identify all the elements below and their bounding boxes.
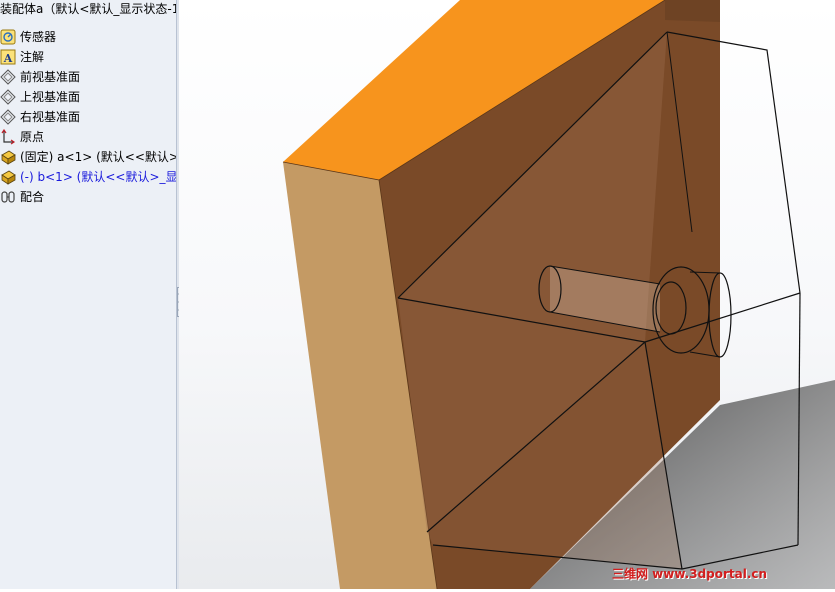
tree-item-part-a[interactable]: (固定) a<1> (默认<<默认>_ [0, 147, 176, 167]
assembly-model-view [179, 0, 835, 590]
tree-item-mates[interactable]: 配合 [0, 187, 176, 207]
tree-item-front-plane[interactable]: 前视基准面 [0, 67, 176, 87]
plane-icon [0, 69, 16, 85]
tree-item-label: 右视基准面 [20, 110, 81, 124]
tree-item-label: 传感器 [20, 30, 57, 44]
tree-item-sensors[interactable]: 传感器 [0, 27, 176, 47]
tree-item-part-b[interactable]: (-) b<1> (默认<<默认>_显示 [0, 167, 176, 187]
tree-item-origin[interactable]: 原点 [0, 127, 176, 147]
part-icon [0, 169, 16, 185]
tree-item-right-plane[interactable]: 右视基准面 [0, 107, 176, 127]
sensor-icon [0, 29, 16, 45]
svg-text:A: A [3, 52, 13, 65]
tree-item-label: (固定) a<1> (默认<<默认>_ [20, 150, 176, 164]
origin-icon [0, 128, 16, 145]
tree-item-annotations[interactable]: A 注解 [0, 47, 176, 67]
site-watermark: 三维网 www.3dportal.cn [612, 567, 768, 581]
tree-item-label: 原点 [20, 130, 45, 144]
tree-item-label: 注解 [20, 50, 45, 64]
annotation-icon: A [0, 49, 16, 65]
graphics-viewport[interactable] [179, 0, 835, 590]
tree-item-label: 上视基准面 [20, 90, 81, 104]
feature-manager-tree: 装配体a（默认<默认_显示状态-1 传感器 A 注解 前视基准面 上视基准面 右… [0, 0, 177, 589]
mates-icon [0, 189, 16, 205]
tree-item-label: 配合 [20, 190, 45, 204]
tree-item-top-plane[interactable]: 上视基准面 [0, 87, 176, 107]
part-icon [0, 149, 16, 165]
plane-icon [0, 109, 16, 125]
tree-item-label: 前视基准面 [20, 70, 81, 84]
plane-icon [0, 89, 16, 105]
tree-item-label: (-) b<1> (默认<<默认>_显示 [20, 170, 176, 184]
assembly-root-node[interactable]: 装配体a（默认<默认_显示状态-1 [0, 0, 176, 18]
